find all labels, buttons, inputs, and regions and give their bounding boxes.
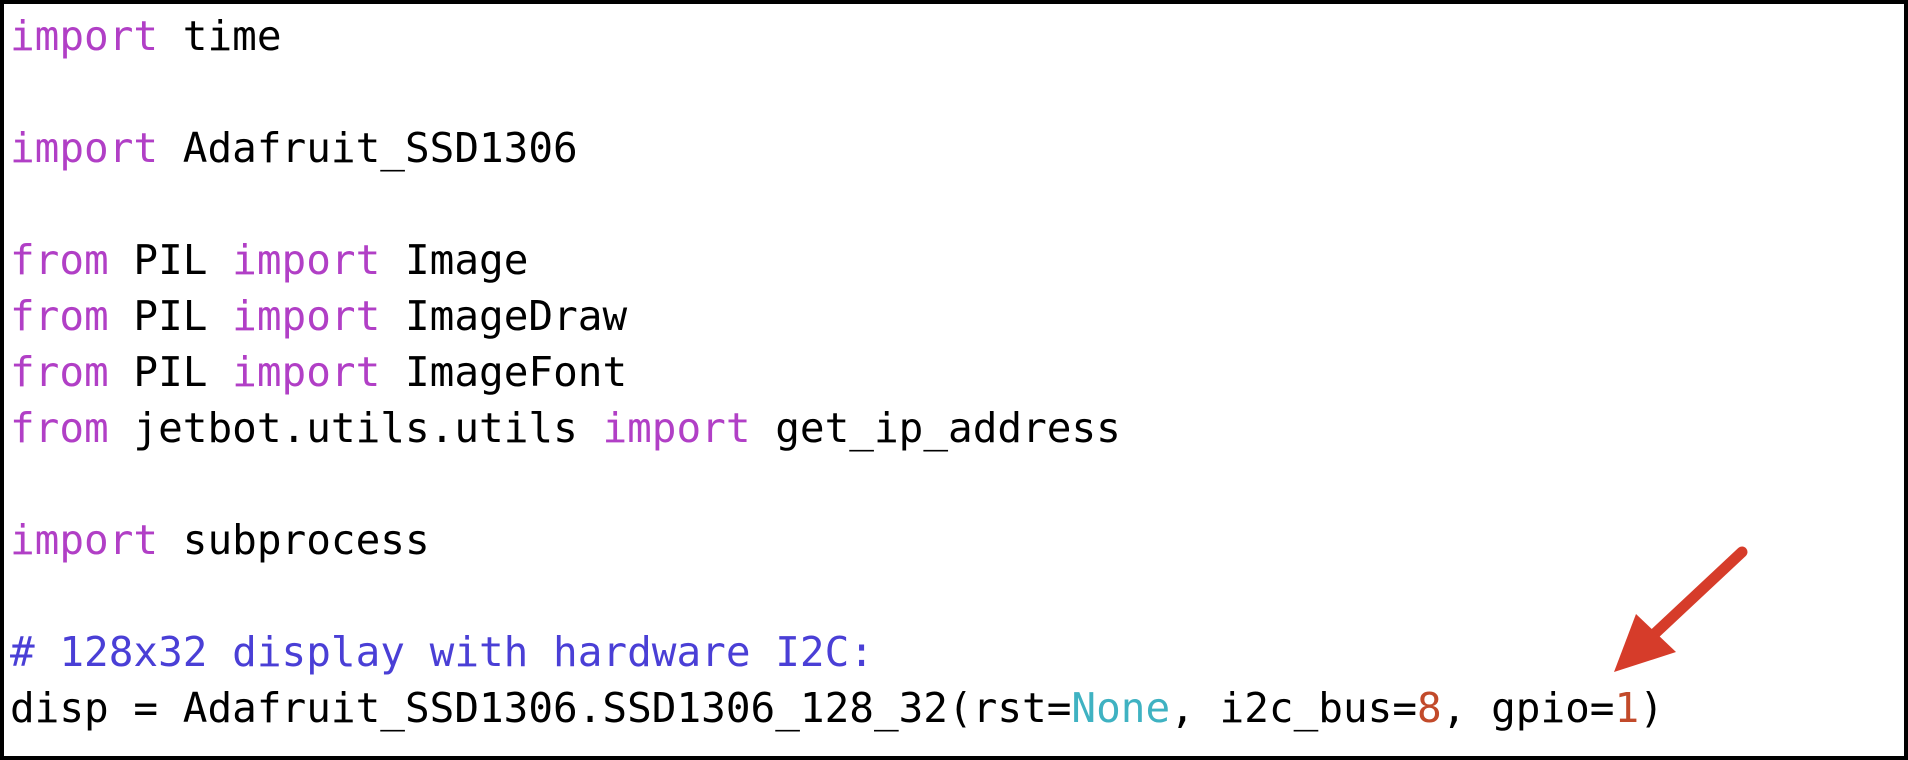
- code-line-7: from PIL import ImageFont: [10, 344, 1664, 400]
- code-line-13: disp = Adafruit_SSD1306.SSD1306_128_32(r…: [10, 680, 1664, 736]
- gpio-number: 1: [1614, 684, 1640, 732]
- code-line-1: import time: [10, 8, 1664, 64]
- code-text: , gpio=: [1441, 684, 1615, 732]
- code-text: , i2c_bus=: [1170, 684, 1418, 732]
- code-text: subprocess: [158, 516, 430, 564]
- code-line-6: from PIL import ImageDraw: [10, 288, 1664, 344]
- keyword-import: import: [602, 404, 751, 452]
- code-text: ): [1639, 684, 1664, 732]
- keyword-import: import: [232, 348, 381, 396]
- keyword-import: import: [10, 12, 159, 60]
- keyword-from: from: [10, 348, 109, 396]
- code-text: jetbot.utils.utils: [108, 404, 603, 452]
- code-text: ImageDraw: [380, 292, 628, 340]
- code-text: PIL: [108, 236, 233, 284]
- keyword-import: import: [10, 516, 159, 564]
- code-text: Adafruit_SSD1306: [158, 124, 578, 172]
- code-comment: # 128x32 display with hardware I2C:: [10, 628, 874, 676]
- code-screenshot-frame: import time import Adafruit_SSD1306 from P…: [0, 0, 1908, 760]
- code-text: PIL: [108, 292, 233, 340]
- code-line-10: import subprocess: [10, 512, 1664, 568]
- keyword-from: from: [10, 292, 109, 340]
- code-text: disp = Adafruit_SSD1306.SSD1306_128_32(r…: [10, 684, 1072, 732]
- red-arrow-icon: [1614, 546, 1748, 672]
- code-line-12: # 128x32 display with hardware I2C:: [10, 624, 1664, 680]
- code-text: get_ip_address: [750, 404, 1121, 452]
- code-text: time: [158, 12, 282, 60]
- code-text: Image: [380, 236, 529, 284]
- keyword-import: import: [10, 124, 159, 172]
- keyword-import: import: [232, 292, 381, 340]
- code-line-8: from jetbot.utils.utils import get_ip_ad…: [10, 400, 1664, 456]
- code-line-5: from PIL import Image: [10, 232, 1664, 288]
- code-text: ImageFont: [380, 348, 628, 396]
- code-text: PIL: [108, 348, 233, 396]
- code-block: import time import Adafruit_SSD1306 from P…: [10, 8, 1664, 736]
- keyword-import: import: [232, 236, 381, 284]
- keyword-from: from: [10, 404, 109, 452]
- constant-none: None: [1071, 684, 1171, 732]
- i2c-bus-number: 8: [1417, 684, 1442, 732]
- keyword-from: from: [10, 236, 109, 284]
- code-line-3: import Adafruit_SSD1306: [10, 120, 1664, 176]
